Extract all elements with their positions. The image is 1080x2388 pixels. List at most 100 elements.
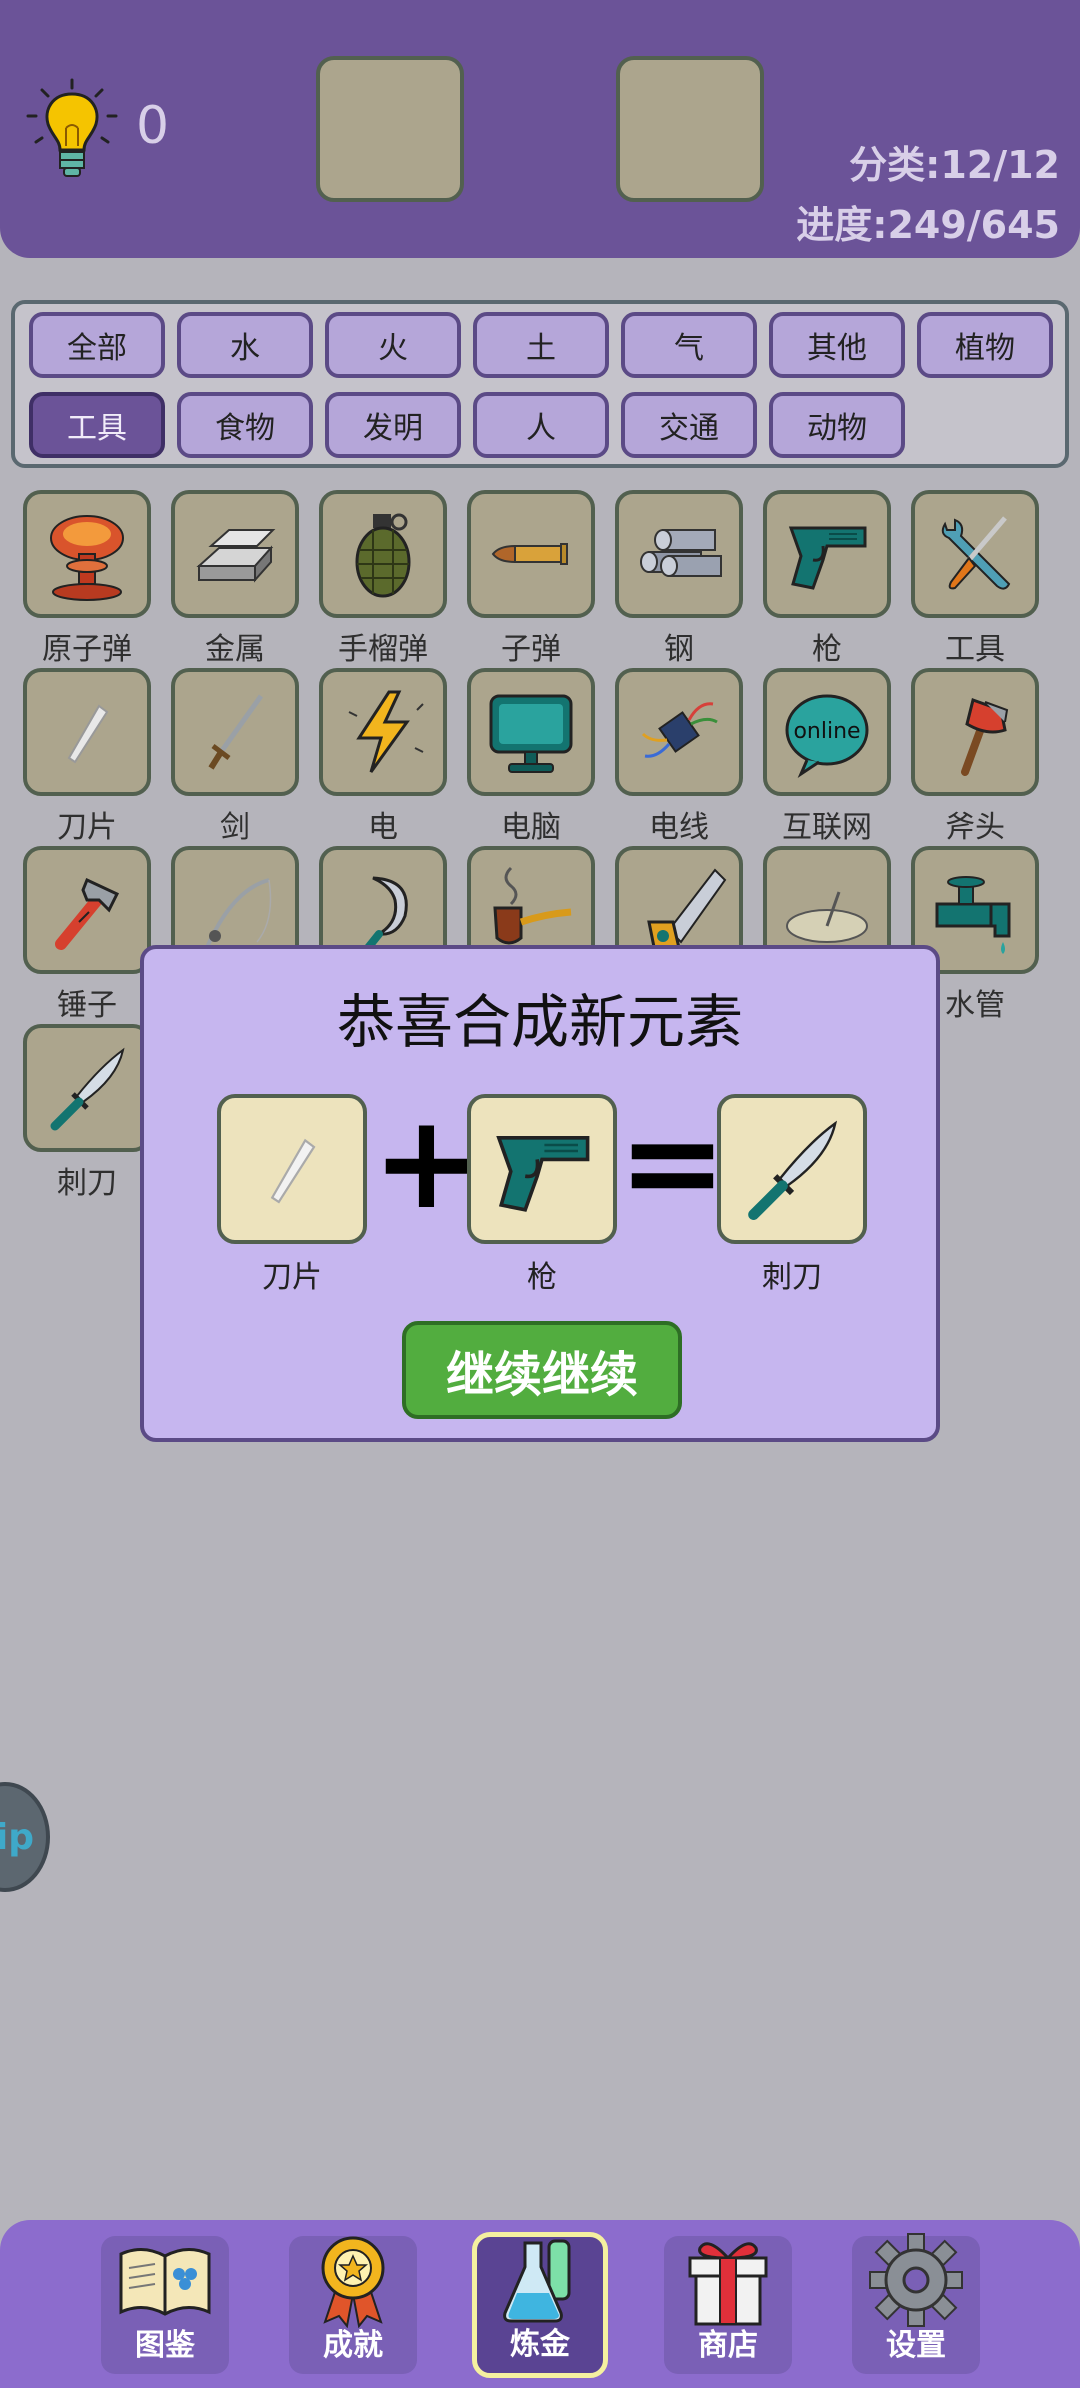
category-water[interactable]: 水 (177, 312, 313, 378)
nav-label: 商店 (698, 2328, 758, 2363)
hint-count: 0 (136, 96, 170, 156)
category-all[interactable]: 全部 (29, 312, 165, 378)
lightning-icon (348, 690, 424, 773)
bullet-icon (491, 543, 568, 565)
faucet-icon (935, 876, 1011, 954)
plus-sign: + (372, 1086, 481, 1238)
gear-icon (869, 2233, 963, 2327)
element-label: 枪 (812, 632, 842, 667)
hammer-icon (55, 877, 120, 950)
blade-icon (67, 704, 109, 764)
element-tools[interactable]: 工具 (911, 490, 1039, 668)
flask-icon (503, 2239, 571, 2323)
element-label: 刀片 (57, 810, 117, 845)
category-people[interactable]: 人 (473, 392, 609, 458)
medal-icon (321, 2236, 385, 2328)
element-hammer[interactable]: 锤子 (23, 846, 151, 1024)
nav-label: 图鉴 (135, 2328, 195, 2363)
element-label: 子弹 (501, 632, 561, 667)
element-label: 电脑 (501, 810, 561, 845)
book-icon (119, 2248, 211, 2316)
element-metal[interactable]: 金属 (171, 490, 299, 668)
category-transport[interactable]: 交通 (621, 392, 757, 458)
dialog-input-1: 刀片 (217, 1094, 367, 1296)
element-label: 锤子 (57, 988, 117, 1023)
category-food[interactable]: 食物 (177, 392, 313, 458)
element-internet[interactable]: online 互联网 (763, 668, 891, 846)
lightbulb-icon[interactable] (22, 76, 122, 186)
nav-settings[interactable]: 设置 (852, 2233, 980, 2374)
element-gun[interactable]: 枪 (763, 490, 891, 668)
element-label: 钢 (664, 632, 694, 667)
category-other[interactable]: 其他 (769, 312, 905, 378)
gift-icon (688, 2242, 768, 2326)
element-bullet[interactable]: 子弹 (467, 490, 595, 668)
side-help-button[interactable]: ip (0, 1782, 50, 1892)
svg-text:online: online (793, 719, 860, 744)
element-wire[interactable]: 电线 (615, 668, 743, 846)
dialog-input-1-label: 刀片 (262, 1260, 322, 1295)
element-grenade[interactable]: 手榴弹 (319, 490, 447, 668)
element-bayonet[interactable]: 刺刀 (23, 1024, 151, 1202)
category-plant[interactable]: 植物 (917, 312, 1053, 378)
dialog-result: 刺刀 (717, 1094, 867, 1296)
element-label: 互联网 (782, 810, 872, 845)
dialog-title: 恭喜合成新元素 (336, 988, 743, 1056)
bottom-nav: 图鉴 成就 炼金 商店 设置 (0, 2220, 1080, 2388)
element-label: 电线 (649, 810, 709, 845)
nav-achievements[interactable]: 成就 (289, 2236, 417, 2374)
element-atomic-bomb[interactable]: 原子弹 (23, 490, 151, 668)
axe-icon (961, 698, 1009, 776)
bayonet-icon (50, 1047, 125, 1131)
dialog-input-2: 枪 (467, 1094, 617, 1296)
grenade-icon (355, 513, 411, 598)
category-stat: 分类:12/12 (849, 143, 1060, 187)
element-label: 斧头 (945, 810, 1005, 845)
nav-shop[interactable]: 商店 (664, 2236, 792, 2374)
element-label: 电 (368, 810, 398, 845)
dialog-result-label: 刺刀 (762, 1260, 822, 1295)
element-computer[interactable]: 电脑 (467, 668, 595, 846)
nav-alchemy[interactable]: 炼金 (472, 2232, 608, 2378)
steel-pipes-icon (640, 529, 722, 577)
equals-sign: = (618, 1086, 727, 1238)
wrench-screwdriver-icon (941, 516, 1011, 590)
element-sword[interactable]: 剑 (171, 668, 299, 846)
top-bar: 0 分类:12/12 进度:249/645 (0, 0, 1080, 258)
nav-label: 设置 (886, 2328, 946, 2363)
category-fire[interactable]: 火 (325, 312, 461, 378)
element-label: 原子弹 (42, 632, 132, 667)
element-label: 剑 (220, 810, 250, 845)
nav-encyclopedia[interactable]: 图鉴 (101, 2236, 229, 2374)
online-bubble-icon: online (785, 694, 869, 779)
sword-icon (208, 694, 264, 770)
category-tools[interactable]: 工具 (29, 392, 165, 458)
element-steel[interactable]: 钢 (615, 490, 743, 668)
element-axe[interactable]: 斧头 (911, 668, 1039, 846)
combine-slot-2[interactable] (616, 56, 764, 202)
computer-monitor-icon (489, 694, 573, 773)
wires-icon (641, 702, 718, 758)
metal-ingot-icon (196, 529, 276, 583)
bayonet-icon (748, 1120, 838, 1220)
combine-slot-1[interactable] (316, 56, 464, 202)
nav-label: 炼金 (510, 2327, 570, 2362)
pistol-icon (496, 1136, 590, 1212)
element-label: 刺刀 (57, 1166, 117, 1201)
dialog-input-2-label: 枪 (527, 1260, 557, 1295)
pistol-icon (788, 526, 867, 590)
category-animal[interactable]: 动物 (769, 392, 905, 458)
category-earth[interactable]: 土 (473, 312, 609, 378)
element-label: 工具 (945, 632, 1005, 667)
blade-icon (270, 1138, 316, 1204)
continue-button[interactable]: 继续继续 (402, 1321, 682, 1419)
element-label: 金属 (205, 632, 265, 667)
category-panel: 全部 水 火 土 气 其他 植物 工具 食物 发明 人 交通 动物 (11, 300, 1069, 468)
new-element-dialog: 恭喜合成新元素 刀片 + 枪 = 刺刀 继续继续 (140, 945, 940, 1442)
element-blade[interactable]: 刀片 (23, 668, 151, 846)
category-air[interactable]: 气 (621, 312, 757, 378)
nav-label: 成就 (323, 2328, 383, 2363)
progress-stat: 进度:249/645 (796, 203, 1060, 247)
category-invention[interactable]: 发明 (325, 392, 461, 458)
element-electricity[interactable]: 电 (319, 668, 447, 846)
